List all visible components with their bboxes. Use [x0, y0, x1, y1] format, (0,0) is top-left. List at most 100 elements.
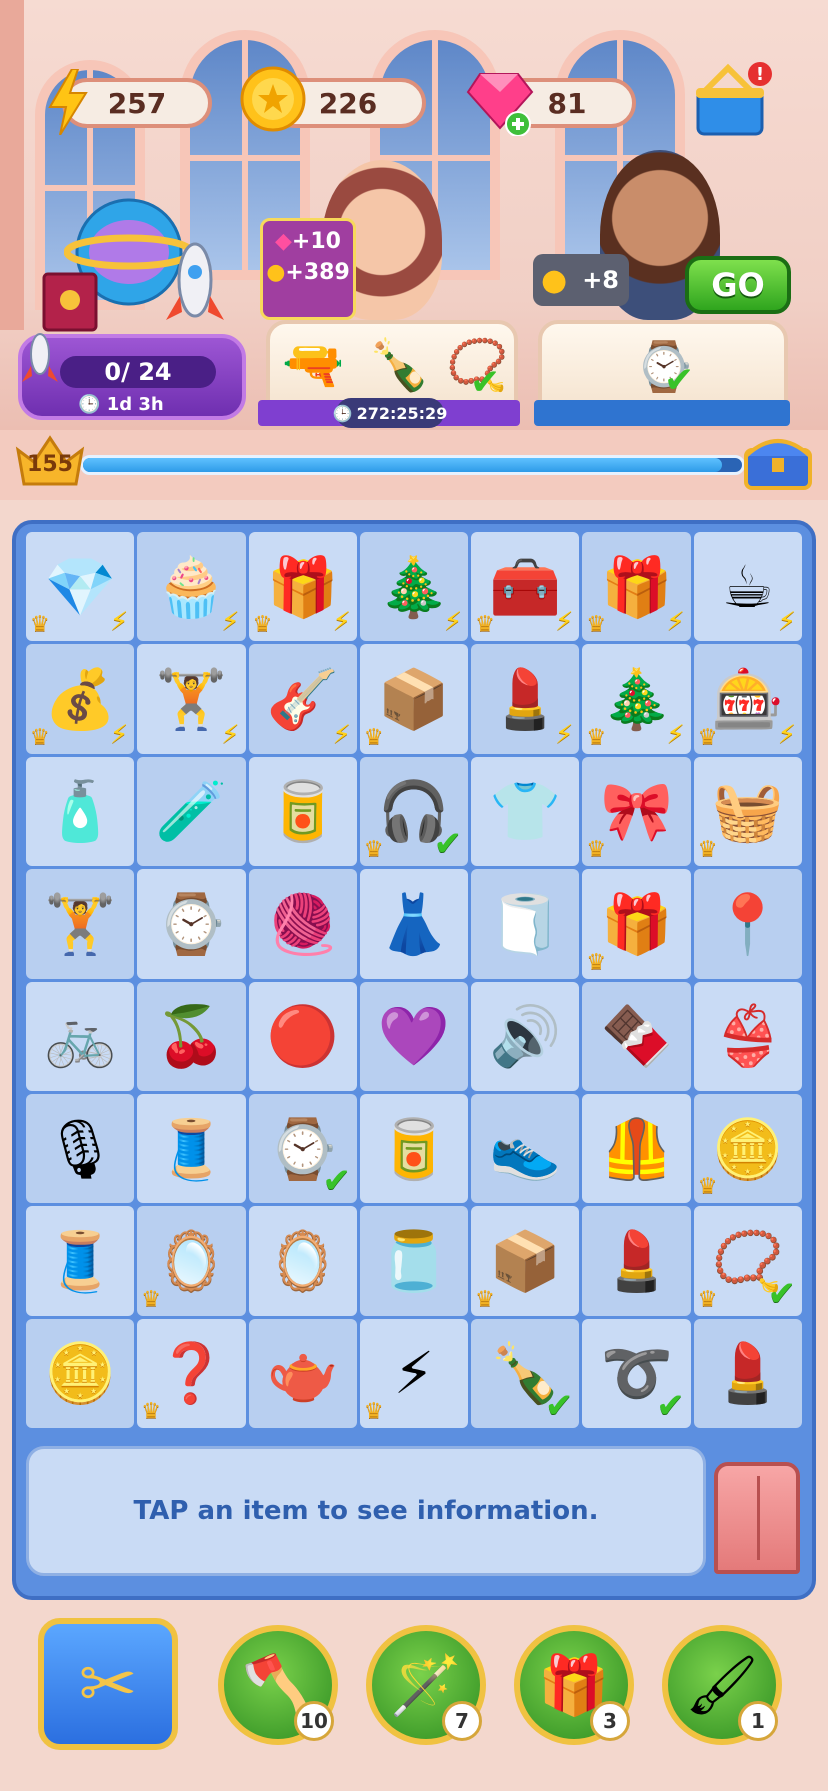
board-cell[interactable]: 🪙: [26, 1318, 135, 1428]
board-cell[interactable]: 🧵: [26, 1206, 135, 1316]
board-cell[interactable]: 🧻: [471, 869, 580, 979]
gem-value: 81: [547, 86, 587, 120]
board-cell[interactable]: 🧰 ♛ ⚡: [471, 532, 580, 642]
board-cell[interactable]: 🪞: [248, 1206, 357, 1316]
board-cell[interactable]: 🍒: [137, 981, 246, 1091]
board-cell[interactable]: 🎁 ♛: [582, 869, 691, 979]
board-cell[interactable]: ☕ ⚡: [693, 532, 802, 642]
tool-count: 3: [590, 1701, 630, 1741]
board-cell[interactable]: 📍: [693, 869, 802, 979]
board-cell[interactable]: 💰 ♛ ⚡: [26, 644, 135, 754]
basket-icon[interactable]: !: [688, 58, 772, 142]
lightning-icon: ⚡: [332, 607, 351, 638]
reward-gems-value: +10: [291, 229, 341, 254]
board-cell[interactable]: ➰ ✔: [582, 1318, 691, 1428]
crown-icon: ♛: [586, 612, 607, 638]
wardrobe-icon[interactable]: [714, 1462, 800, 1574]
board-cell[interactable]: 💄: [582, 1206, 691, 1316]
board-cell[interactable]: ❓ ♛: [137, 1318, 246, 1428]
lightning-icon: ⚡: [666, 719, 685, 750]
board-cell[interactable]: 🚲: [26, 981, 135, 1091]
board-cell[interactable]: 🎸 ⚡: [248, 644, 357, 754]
hand-mirror-icon: 🪞: [155, 1226, 228, 1295]
scissors-icon: ✂: [78, 1643, 138, 1725]
board-cell[interactable]: 🎁 ♛ ⚡: [582, 532, 691, 642]
axe-tool-button[interactable]: 🪓 10: [218, 1625, 338, 1745]
cream-jar-icon: 🫙: [377, 1226, 451, 1295]
board-cell[interactable]: 🎧 ♛ ✔: [359, 756, 469, 867]
board-cell[interactable]: 💎 ♛ ⚡: [26, 532, 135, 642]
crown-icon: ♛: [252, 612, 273, 638]
board-cell[interactable]: 🏋 ⚡: [137, 644, 246, 754]
board-cell[interactable]: 👙: [693, 981, 802, 1091]
board-cell[interactable]: 🎁 ♛ ⚡: [248, 532, 357, 642]
tool-count: 7: [442, 1701, 482, 1741]
board-cell[interactable]: 🎄 ⚡: [359, 532, 469, 642]
board-cell[interactable]: 👗: [359, 869, 469, 979]
energy-pile-icon: ⚡: [393, 1339, 435, 1408]
board-cell[interactable]: 🪞 ♛: [137, 1206, 246, 1316]
tool-count: 10: [294, 1701, 334, 1741]
board-cell[interactable]: 🫖: [248, 1318, 357, 1428]
board-cell[interactable]: 💄 ⚡: [471, 644, 580, 754]
item-grid: 💎 ♛ ⚡ 🧁 ⚡ 🎁 ♛ ⚡ 🎄 ⚡ 🧰 ♛ ⚡ 🎁 ♛ ⚡ ☕ ⚡ 💰 ♛ ⚡ 🏋 ⚡ 🎸 ⚡ 📦 ♛ 💄 ⚡ 🎄 ♛ ⚡ 🎰 ♛ ⚡ 🧴 🧪 🥫 🎧 ♛…: [26, 532, 802, 1428]
magic-wand-tool-button[interactable]: 🪄 7: [366, 1625, 486, 1745]
compact-mirror-icon: 🪞: [266, 1226, 339, 1295]
jewelry-chest-icon: 💎: [44, 552, 117, 621]
board-cell[interactable]: 🧺 ♛: [693, 756, 802, 867]
perfume-icon: 🧴: [44, 777, 117, 846]
paintbrush-tool-button[interactable]: 🖌 1: [662, 1625, 782, 1745]
crown-icon: ♛: [363, 837, 384, 863]
xp-progress: [80, 455, 745, 475]
board-cell[interactable]: 📿 ♛ ✔: [693, 1206, 802, 1316]
board-cell[interactable]: 🍾 ✔: [471, 1318, 580, 1428]
board-cell[interactable]: 📦 ♛: [359, 644, 469, 754]
treasure-chest-icon[interactable]: [740, 432, 816, 492]
board-cell[interactable]: 🦺: [582, 1093, 691, 1204]
check-icon: ✔: [433, 824, 463, 865]
board-cell[interactable]: 🧁 ⚡: [137, 532, 246, 642]
board-cell[interactable]: 🎄 ♛ ⚡: [582, 644, 691, 754]
board-cell[interactable]: ⌚ ✔: [248, 1093, 357, 1204]
merge-board: 💎 ♛ ⚡ 🧁 ⚡ 🎁 ♛ ⚡ 🎄 ⚡ 🧰 ♛ ⚡ 🎁 ♛ ⚡ ☕ ⚡ 💰 ♛ ⚡ 🏋 ⚡ 🎸 ⚡ 📦 ♛ 💄 ⚡ 🎄 ♛ ⚡ 🎰 ♛ ⚡ 🧴 🧪 🥫 🎧 ♛…: [12, 520, 816, 1600]
board-cell[interactable]: 🏋: [26, 869, 135, 979]
gem-icon[interactable]: [466, 66, 536, 136]
level-crown[interactable]: 155: [14, 432, 86, 488]
makeup-box-icon: 🧰: [489, 552, 562, 621]
check-icon: ✔: [322, 1161, 351, 1202]
board-cell[interactable]: 🫙: [359, 1206, 469, 1316]
board-cell[interactable]: 🧪: [137, 756, 246, 867]
board-cell[interactable]: 🎀 ♛: [582, 756, 691, 867]
board-cell[interactable]: 🧶: [248, 869, 357, 979]
board-cell[interactable]: 🧴: [26, 756, 135, 867]
board-cell[interactable]: 🥫: [359, 1093, 469, 1204]
crown-icon: ♛: [586, 837, 607, 863]
board-cell[interactable]: 🥫: [248, 756, 357, 867]
board-cell[interactable]: 💜: [359, 981, 469, 1091]
board-cell[interactable]: 🔴: [248, 981, 357, 1091]
crown-icon: ♛: [475, 1286, 495, 1312]
board-cell[interactable]: 🪙 ♛: [693, 1093, 802, 1204]
board-cell[interactable]: 🍫: [582, 981, 691, 1091]
board-cell[interactable]: 💄: [693, 1318, 802, 1428]
lime-soda-icon: 🥫: [377, 1114, 451, 1183]
board-cell[interactable]: 📦 ♛: [471, 1206, 580, 1316]
scissors-button[interactable]: ✂: [38, 1618, 178, 1750]
board-cell[interactable]: 👟: [471, 1093, 580, 1204]
board-cell[interactable]: ⌚: [137, 869, 246, 979]
board-cell[interactable]: 👕: [471, 756, 580, 867]
mystery-box-tool-button[interactable]: 🎁 3: [514, 1625, 634, 1745]
coffee-pot-icon: 🫖: [266, 1339, 339, 1408]
dress-icon: 👗: [377, 889, 451, 958]
board-cell[interactable]: ⚡ ♛: [359, 1318, 469, 1428]
board-cell[interactable]: 🎙: [26, 1093, 135, 1204]
go-button[interactable]: GO: [685, 256, 791, 314]
event-progress: 0/ 24: [60, 356, 216, 388]
board-cell[interactable]: 🔊: [471, 981, 580, 1091]
board-cell[interactable]: 🎰 ♛ ⚡: [693, 644, 802, 754]
reward-coins-value: +8: [582, 266, 619, 294]
yarn-box-icon: 🧵: [155, 1114, 228, 1183]
speaker-icon: 🔊: [489, 1002, 562, 1071]
crown-icon: ♛: [697, 1174, 718, 1200]
board-cell[interactable]: 🧵: [137, 1093, 246, 1204]
